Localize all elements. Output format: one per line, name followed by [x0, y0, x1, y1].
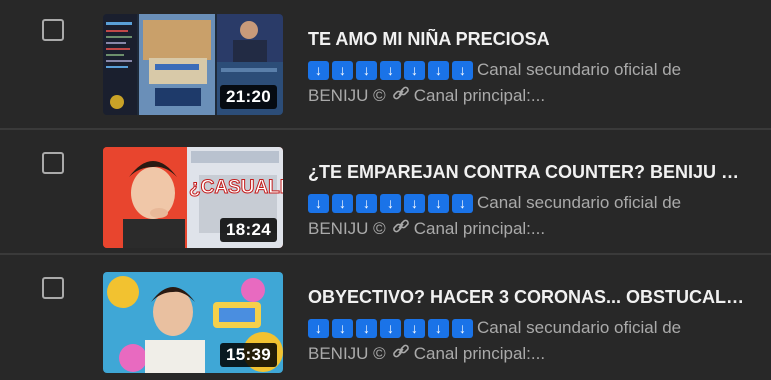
channel-principal-text: Canal principal:... — [413, 219, 546, 238]
video-description: ↓ ↓ ↓ ↓ ↓ ↓ ↓ Canal secundario oficial d… — [308, 315, 748, 368]
down-arrow-icon: ↓ — [308, 194, 329, 214]
link-icon — [392, 84, 410, 110]
video-duration: 21:20 — [220, 85, 277, 109]
down-arrow-icon: ↓ — [356, 319, 377, 339]
down-arrow-icon: ↓ — [356, 194, 377, 214]
video-description: ↓ ↓ ↓ ↓ ↓ ↓ ↓ Canal secundario oficial d… — [308, 57, 748, 110]
link-icon — [392, 217, 410, 243]
channel-principal-text: Canal principal:... — [413, 344, 546, 363]
select-checkbox[interactable] — [42, 152, 64, 174]
channel-credit: BENIJU © — [308, 344, 386, 363]
down-arrow-icon: ↓ — [308, 319, 329, 339]
down-arrow-icon: ↓ — [308, 61, 329, 81]
video-thumbnail[interactable]: 15:39 — [103, 272, 283, 373]
description-text: Canal secundario oficial de — [477, 318, 682, 337]
down-arrow-icon: ↓ — [332, 194, 353, 214]
video-duration: 15:39 — [220, 343, 277, 367]
video-row[interactable]: 15:39 OBYECTIVO? HACER 3 CORONAS... OBST… — [0, 254, 771, 380]
down-arrow-icon: ↓ — [380, 194, 401, 214]
playlist-video-list: 21:20 TE AMO MI NIÑA PRECIOSA ↓ ↓ ↓ ↓ ↓ … — [0, 0, 771, 378]
video-description: ↓ ↓ ↓ ↓ ↓ ↓ ↓ Canal secundario oficial d… — [308, 190, 748, 243]
down-arrow-icon: ↓ — [404, 194, 425, 214]
down-arrow-icon: ↓ — [428, 194, 449, 214]
video-title[interactable]: ¿TE EMPAREJAN CONTRA COUNTER? BENIJU O..… — [308, 162, 748, 183]
down-arrow-icon: ↓ — [332, 319, 353, 339]
description-text: Canal secundario oficial de — [477, 60, 682, 79]
video-title[interactable]: OBYECTIVO? HACER 3 CORONAS... OBSTUCALO.… — [308, 287, 748, 308]
video-thumbnail[interactable]: ¿CASUALIDAD? 18:24 — [103, 147, 283, 248]
arrow-badges: ↓ ↓ ↓ ↓ ↓ ↓ ↓ — [308, 319, 473, 339]
down-arrow-icon: ↓ — [332, 61, 353, 81]
video-title[interactable]: TE AMO MI NIÑA PRECIOSA — [308, 29, 748, 50]
video-row[interactable]: ¿CASUALIDAD? 18:24 ¿TE EMPAREJAN CONTRA … — [0, 129, 771, 255]
video-row[interactable]: 21:20 TE AMO MI NIÑA PRECIOSA ↓ ↓ ↓ ↓ ↓ … — [0, 0, 771, 122]
description-text: Canal secundario oficial de — [477, 193, 682, 212]
channel-credit: BENIJU © — [308, 219, 386, 238]
thumbnail-text: ¿CASUALIDAD? — [189, 177, 284, 199]
down-arrow-icon: ↓ — [428, 61, 449, 81]
arrow-badges: ↓ ↓ ↓ ↓ ↓ ↓ ↓ — [308, 61, 473, 81]
select-checkbox[interactable] — [42, 277, 64, 299]
description-line-2: BENIJU © Canal principal:... — [308, 216, 748, 243]
down-arrow-icon: ↓ — [452, 61, 473, 81]
down-arrow-icon: ↓ — [452, 194, 473, 214]
arrow-badges: ↓ ↓ ↓ ↓ ↓ ↓ ↓ — [308, 194, 473, 214]
link-icon — [392, 342, 410, 368]
description-line-2: BENIJU © Canal principal:... — [308, 341, 748, 368]
down-arrow-icon: ↓ — [428, 319, 449, 339]
down-arrow-icon: ↓ — [404, 61, 425, 81]
down-arrow-icon: ↓ — [356, 61, 377, 81]
channel-principal-text: Canal principal:... — [413, 86, 546, 105]
video-duration: 18:24 — [220, 218, 277, 242]
down-arrow-icon: ↓ — [380, 61, 401, 81]
channel-credit: BENIJU © — [308, 86, 386, 105]
description-line-2: BENIJU © Canal principal:... — [308, 83, 748, 110]
down-arrow-icon: ↓ — [380, 319, 401, 339]
down-arrow-icon: ↓ — [404, 319, 425, 339]
down-arrow-icon: ↓ — [452, 319, 473, 339]
video-thumbnail[interactable]: 21:20 — [103, 14, 283, 115]
select-checkbox[interactable] — [42, 19, 64, 41]
